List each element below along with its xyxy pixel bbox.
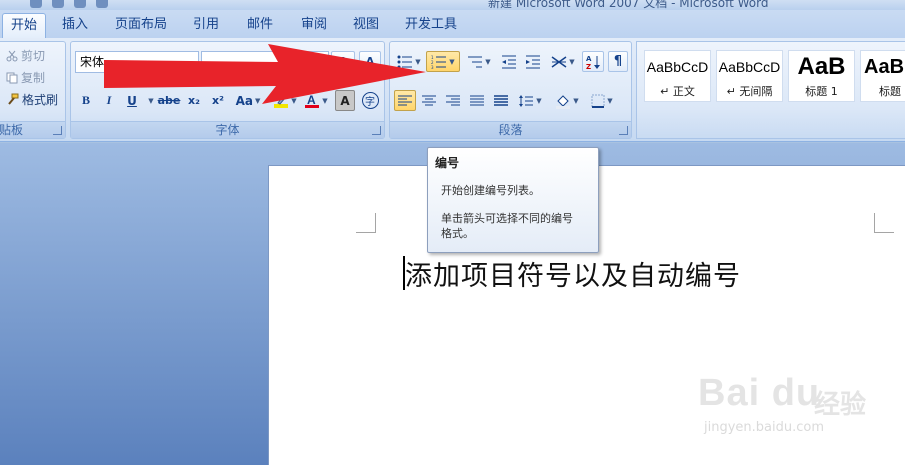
quick-access-toolbar[interactable] [30,0,108,8]
cut-label: 剪切 [21,49,46,63]
tab-mailings[interactable]: 邮件 [238,13,282,38]
style-name: ↵ 正文 [660,85,695,98]
borders-button[interactable]: ▼ [586,90,618,111]
font-group-label: 字体 [71,121,384,138]
styles-gallery: AaBbCcD ↵ 正文 AaBbCcD ↵ 无间隔 AaB 标题 1 AaBl… [636,41,905,139]
svg-text:A: A [586,55,592,63]
chevron-down-icon: ▼ [485,57,491,66]
tab-insert[interactable]: 插入 [52,13,98,38]
style-sample: AaBl [864,56,905,78]
tab-developer[interactable]: 开发工具 [398,13,464,38]
justify-button[interactable] [466,90,488,111]
paragraph-mark-icon: ¶ [613,54,623,69]
chevron-down-icon: ▼ [569,57,575,66]
numbering-button[interactable]: 123 ▼ [426,51,460,72]
save-icon[interactable] [30,0,42,8]
line-spacing-icon [518,94,534,108]
multilevel-list-button[interactable]: ▼ [464,51,494,72]
tooltip-hint: 单击箭头可选择不同的编号 [441,212,573,225]
copy-icon [6,72,18,84]
line-spacing-button[interactable]: ▼ [514,90,546,111]
sort-button[interactable]: AZ [582,51,604,72]
document-text[interactable]: 添加项目符号以及自动编号 [405,254,741,293]
increase-indent-icon [525,55,541,69]
redo-icon[interactable] [74,0,86,8]
print-preview-icon[interactable] [96,0,108,8]
style-sample: AaBbCcD [718,59,781,75]
watermark-url: jingyen.baidu.com [704,420,824,435]
style-heading[interactable]: AaBl 标题 [860,50,905,102]
paragraph-group-label: 段落 [390,121,631,138]
tooltip-hint-cont: 格式。 [441,227,474,240]
tooltip-description: 开始创建编号列表。 [441,184,540,197]
format-painter-label: 格式刷 [22,93,59,107]
numbered-list-icon: 123 [431,55,447,69]
tab-view[interactable]: 视图 [344,13,388,38]
multilevel-list-icon [467,55,483,69]
style-sample: AaBbCcD [646,59,709,75]
baidu-watermark: Bai du 经验 jingyen.baidu.com [698,372,898,442]
tab-page-layout[interactable]: 页面布局 [108,13,174,38]
margin-corner-mark [874,213,894,233]
window-title: 新建 Microsoft Word 2007 文档 - Microsoft Wo… [488,0,769,10]
shading-button[interactable]: ▼ [550,90,584,111]
sort-az-icon: AZ [585,54,601,70]
clipboard-launcher-icon[interactable] [53,126,62,135]
clipboard-group: 剪切 复制 格式刷 贴板 [0,41,66,139]
align-right-button[interactable] [442,90,464,111]
margin-corner-mark [356,213,376,233]
decrease-indent-icon [501,55,517,69]
undo-icon[interactable] [52,0,64,8]
paintbrush-icon [6,93,19,106]
style-sample: AaB [797,53,846,80]
chevron-down-icon: ▼ [536,96,542,105]
justify-icon [470,95,484,107]
distributed-button[interactable] [490,90,512,111]
tab-review[interactable]: 审阅 [292,13,336,38]
chevron-down-icon: ▼ [449,57,455,66]
paint-bucket-icon [555,93,571,109]
border-icon [591,94,605,108]
show-marks-button[interactable]: ¶ [608,51,628,72]
asian-layout-button[interactable]: ▼ [548,51,578,72]
ribbon-tabs: 开始 插入 页面布局 引用 邮件 审阅 视图 开发工具 [0,10,905,38]
style-name: 标题 1 [805,85,838,98]
style-normal[interactable]: AaBbCcD ↵ 正文 [644,50,711,102]
align-right-icon [446,95,460,107]
copy-button[interactable]: 复制 [6,68,45,87]
svg-text:3: 3 [431,65,434,69]
style-heading-1[interactable]: AaB 标题 1 [788,50,855,102]
bold-button[interactable]: B [75,90,97,111]
style-name: ↵ 无间隔 [726,85,773,98]
svg-text:Z: Z [586,63,591,70]
tab-home[interactable]: 开始 [2,13,46,38]
scissors-icon [6,50,18,62]
cut-button[interactable]: 剪切 [6,46,45,65]
font-launcher-icon[interactable] [372,126,381,135]
paragraph-launcher-icon[interactable] [619,126,628,135]
tooltip-title: 编号 [435,156,460,170]
numbering-tooltip: 编号 开始创建编号列表。 单击箭头可选择不同的编号 格式。 [427,147,599,253]
tab-references[interactable]: 引用 [184,13,228,38]
title-bar: 新建 Microsoft Word 2007 文档 - Microsoft Wo… [0,0,905,10]
watermark-text: 经验 [814,390,867,420]
style-name: 标题 [879,85,901,98]
decrease-indent-button[interactable] [498,51,520,72]
format-painter-button[interactable]: 格式刷 [6,90,58,109]
increase-indent-button[interactable] [522,51,544,72]
chevron-down-icon: ▼ [607,96,613,105]
style-no-spacing[interactable]: AaBbCcD ↵ 无间隔 [716,50,783,102]
distributed-icon [494,94,508,107]
chevron-down-icon: ▼ [573,96,579,105]
copy-label: 复制 [21,71,46,85]
watermark-logo: Bai du [698,372,821,414]
asian-layout-icon [551,55,567,69]
red-arrow-annotation [104,44,426,104]
